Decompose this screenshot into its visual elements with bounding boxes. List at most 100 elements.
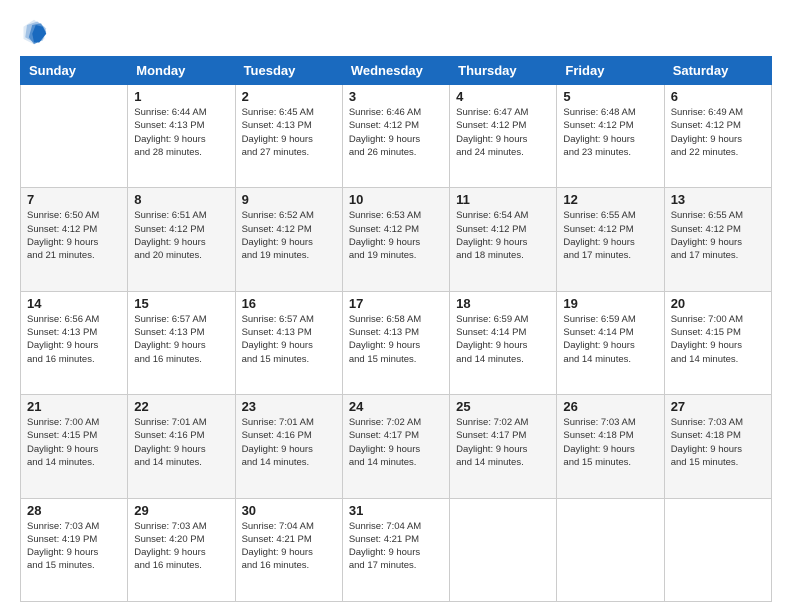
day-info-26: Sunrise: 7:03 AM Sunset: 4:18 PM Dayligh… — [563, 416, 657, 469]
day-info-18: Sunrise: 6:59 AM Sunset: 4:14 PM Dayligh… — [456, 313, 550, 366]
cell-w2-d1: 8 Sunrise: 6:51 AM Sunset: 4:12 PM Daylig… — [128, 188, 235, 291]
cell-w4-d3: 24Sunrise: 7:02 AM Sunset: 4:17 PM Dayli… — [342, 395, 449, 498]
cell-w5-d4 — [450, 498, 557, 601]
weekday-header-tuesday: Tuesday — [235, 57, 342, 85]
calendar-header: SundayMondayTuesdayWednesdayThursdayFrid… — [21, 57, 772, 85]
cell-w4-d5: 26Sunrise: 7:03 AM Sunset: 4:18 PM Dayli… — [557, 395, 664, 498]
weekday-header-wednesday: Wednesday — [342, 57, 449, 85]
logo-icon — [20, 18, 48, 46]
cell-w5-d3: 31Sunrise: 7:04 AM Sunset: 4:21 PM Dayli… — [342, 498, 449, 601]
cell-w3-d6: 20 Sunrise: 7:00 AM Sunset: 4:15 PM Dayli… — [664, 291, 771, 394]
cell-w4-d6: 27Sunrise: 7:03 AM Sunset: 4:18 PM Dayli… — [664, 395, 771, 498]
day-info-19: Sunrise: 6:59 AM Sunset: 4:14 PM Dayligh… — [563, 313, 657, 366]
day-info-12: Sunrise: 6:55 AM Sunset: 4:12 PM Dayligh… — [563, 209, 657, 262]
day-info-7: Sunrise: 6:50 AM Sunset: 4:12 PM Dayligh… — [27, 209, 121, 262]
calendar-body: 1 Sunrise: 6:44 AM Sunset: 4:13 PM Daylig… — [21, 85, 772, 602]
cell-w4-d0: 21 Sunrise: 7:00 AM Sunset: 4:15 PM Dayli… — [21, 395, 128, 498]
day-number-31: 31 — [349, 503, 443, 518]
day-number-21: 21 — [27, 399, 121, 414]
cell-w2-d2: 9Sunrise: 6:52 AM Sunset: 4:12 PM Daylig… — [235, 188, 342, 291]
cell-w1-d1: 1 Sunrise: 6:44 AM Sunset: 4:13 PM Daylig… — [128, 85, 235, 188]
day-number-28: 28 — [27, 503, 121, 518]
day-info-1: Sunrise: 6:44 AM Sunset: 4:13 PM Dayligh… — [134, 106, 228, 159]
day-info-11: Sunrise: 6:54 AM Sunset: 4:12 PM Dayligh… — [456, 209, 550, 262]
cell-w3-d5: 19 Sunrise: 6:59 AM Sunset: 4:14 PM Dayli… — [557, 291, 664, 394]
weekday-header-row: SundayMondayTuesdayWednesdayThursdayFrid… — [21, 57, 772, 85]
day-number-15: 15 — [134, 296, 228, 311]
day-info-3: Sunrise: 6:46 AM Sunset: 4:12 PM Dayligh… — [349, 106, 443, 159]
day-number-16: 16 — [242, 296, 336, 311]
weekday-header-saturday: Saturday — [664, 57, 771, 85]
cell-w4-d1: 22 Sunrise: 7:01 AM Sunset: 4:16 PM Dayli… — [128, 395, 235, 498]
day-info-24: Sunrise: 7:02 AM Sunset: 4:17 PM Dayligh… — [349, 416, 443, 469]
day-info-17: Sunrise: 6:58 AM Sunset: 4:13 PM Dayligh… — [349, 313, 443, 366]
day-info-20: Sunrise: 7:00 AM Sunset: 4:15 PM Dayligh… — [671, 313, 765, 366]
day-number-20: 20 — [671, 296, 765, 311]
week-row-4: 21 Sunrise: 7:00 AM Sunset: 4:15 PM Dayli… — [21, 395, 772, 498]
day-info-28: Sunrise: 7:03 AM Sunset: 4:19 PM Dayligh… — [27, 520, 121, 573]
day-number-22: 22 — [134, 399, 228, 414]
day-number-11: 11 — [456, 192, 550, 207]
cell-w3-d1: 15 Sunrise: 6:57 AM Sunset: 4:13 PM Dayli… — [128, 291, 235, 394]
day-number-3: 3 — [349, 89, 443, 104]
cell-w5-d1: 29 Sunrise: 7:03 AM Sunset: 4:20 PM Dayli… — [128, 498, 235, 601]
day-number-13: 13 — [671, 192, 765, 207]
day-number-2: 2 — [242, 89, 336, 104]
header — [20, 18, 772, 46]
day-number-1: 1 — [134, 89, 228, 104]
cell-w4-d2: 23 Sunrise: 7:01 AM Sunset: 4:16 PM Dayli… — [235, 395, 342, 498]
weekday-header-friday: Friday — [557, 57, 664, 85]
day-info-10: Sunrise: 6:53 AM Sunset: 4:12 PM Dayligh… — [349, 209, 443, 262]
day-number-5: 5 — [563, 89, 657, 104]
page: SundayMondayTuesdayWednesdayThursdayFrid… — [0, 0, 792, 612]
day-info-25: Sunrise: 7:02 AM Sunset: 4:17 PM Dayligh… — [456, 416, 550, 469]
day-number-10: 10 — [349, 192, 443, 207]
cell-w5-d5 — [557, 498, 664, 601]
cell-w1-d3: 3 Sunrise: 6:46 AM Sunset: 4:12 PM Daylig… — [342, 85, 449, 188]
day-number-7: 7 — [27, 192, 121, 207]
cell-w3-d3: 17 Sunrise: 6:58 AM Sunset: 4:13 PM Dayli… — [342, 291, 449, 394]
day-number-8: 8 — [134, 192, 228, 207]
cell-w2-d4: 11 Sunrise: 6:54 AM Sunset: 4:12 PM Dayli… — [450, 188, 557, 291]
day-number-17: 17 — [349, 296, 443, 311]
day-info-13: Sunrise: 6:55 AM Sunset: 4:12 PM Dayligh… — [671, 209, 765, 262]
day-info-27: Sunrise: 7:03 AM Sunset: 4:18 PM Dayligh… — [671, 416, 765, 469]
weekday-header-thursday: Thursday — [450, 57, 557, 85]
day-number-14: 14 — [27, 296, 121, 311]
day-info-8: Sunrise: 6:51 AM Sunset: 4:12 PM Dayligh… — [134, 209, 228, 262]
weekday-header-sunday: Sunday — [21, 57, 128, 85]
cell-w1-d6: 6 Sunrise: 6:49 AM Sunset: 4:12 PM Daylig… — [664, 85, 771, 188]
day-info-29: Sunrise: 7:03 AM Sunset: 4:20 PM Dayligh… — [134, 520, 228, 573]
day-number-6: 6 — [671, 89, 765, 104]
logo — [20, 18, 52, 46]
day-number-23: 23 — [242, 399, 336, 414]
day-number-12: 12 — [563, 192, 657, 207]
cell-w2-d0: 7 Sunrise: 6:50 AM Sunset: 4:12 PM Daylig… — [21, 188, 128, 291]
cell-w3-d2: 16Sunrise: 6:57 AM Sunset: 4:13 PM Dayli… — [235, 291, 342, 394]
day-info-30: Sunrise: 7:04 AM Sunset: 4:21 PM Dayligh… — [242, 520, 336, 573]
cell-w1-d0 — [21, 85, 128, 188]
week-row-1: 1 Sunrise: 6:44 AM Sunset: 4:13 PM Daylig… — [21, 85, 772, 188]
day-info-15: Sunrise: 6:57 AM Sunset: 4:13 PM Dayligh… — [134, 313, 228, 366]
day-info-4: Sunrise: 6:47 AM Sunset: 4:12 PM Dayligh… — [456, 106, 550, 159]
cell-w2-d5: 12 Sunrise: 6:55 AM Sunset: 4:12 PM Dayli… — [557, 188, 664, 291]
cell-w3-d4: 18Sunrise: 6:59 AM Sunset: 4:14 PM Dayli… — [450, 291, 557, 394]
day-info-22: Sunrise: 7:01 AM Sunset: 4:16 PM Dayligh… — [134, 416, 228, 469]
cell-w2-d6: 13 Sunrise: 6:55 AM Sunset: 4:12 PM Dayli… — [664, 188, 771, 291]
day-number-29: 29 — [134, 503, 228, 518]
cell-w1-d4: 4Sunrise: 6:47 AM Sunset: 4:12 PM Daylig… — [450, 85, 557, 188]
day-info-23: Sunrise: 7:01 AM Sunset: 4:16 PM Dayligh… — [242, 416, 336, 469]
day-info-2: Sunrise: 6:45 AM Sunset: 4:13 PM Dayligh… — [242, 106, 336, 159]
cell-w2-d3: 10 Sunrise: 6:53 AM Sunset: 4:12 PM Dayli… — [342, 188, 449, 291]
week-row-2: 7 Sunrise: 6:50 AM Sunset: 4:12 PM Daylig… — [21, 188, 772, 291]
cell-w5-d0: 28 Sunrise: 7:03 AM Sunset: 4:19 PM Dayli… — [21, 498, 128, 601]
day-info-21: Sunrise: 7:00 AM Sunset: 4:15 PM Dayligh… — [27, 416, 121, 469]
cell-w3-d0: 14Sunrise: 6:56 AM Sunset: 4:13 PM Dayli… — [21, 291, 128, 394]
week-row-5: 28 Sunrise: 7:03 AM Sunset: 4:19 PM Dayli… — [21, 498, 772, 601]
day-number-30: 30 — [242, 503, 336, 518]
day-number-9: 9 — [242, 192, 336, 207]
day-info-6: Sunrise: 6:49 AM Sunset: 4:12 PM Dayligh… — [671, 106, 765, 159]
cell-w5-d2: 30 Sunrise: 7:04 AM Sunset: 4:21 PM Dayli… — [235, 498, 342, 601]
calendar-table: SundayMondayTuesdayWednesdayThursdayFrid… — [20, 56, 772, 602]
day-number-19: 19 — [563, 296, 657, 311]
